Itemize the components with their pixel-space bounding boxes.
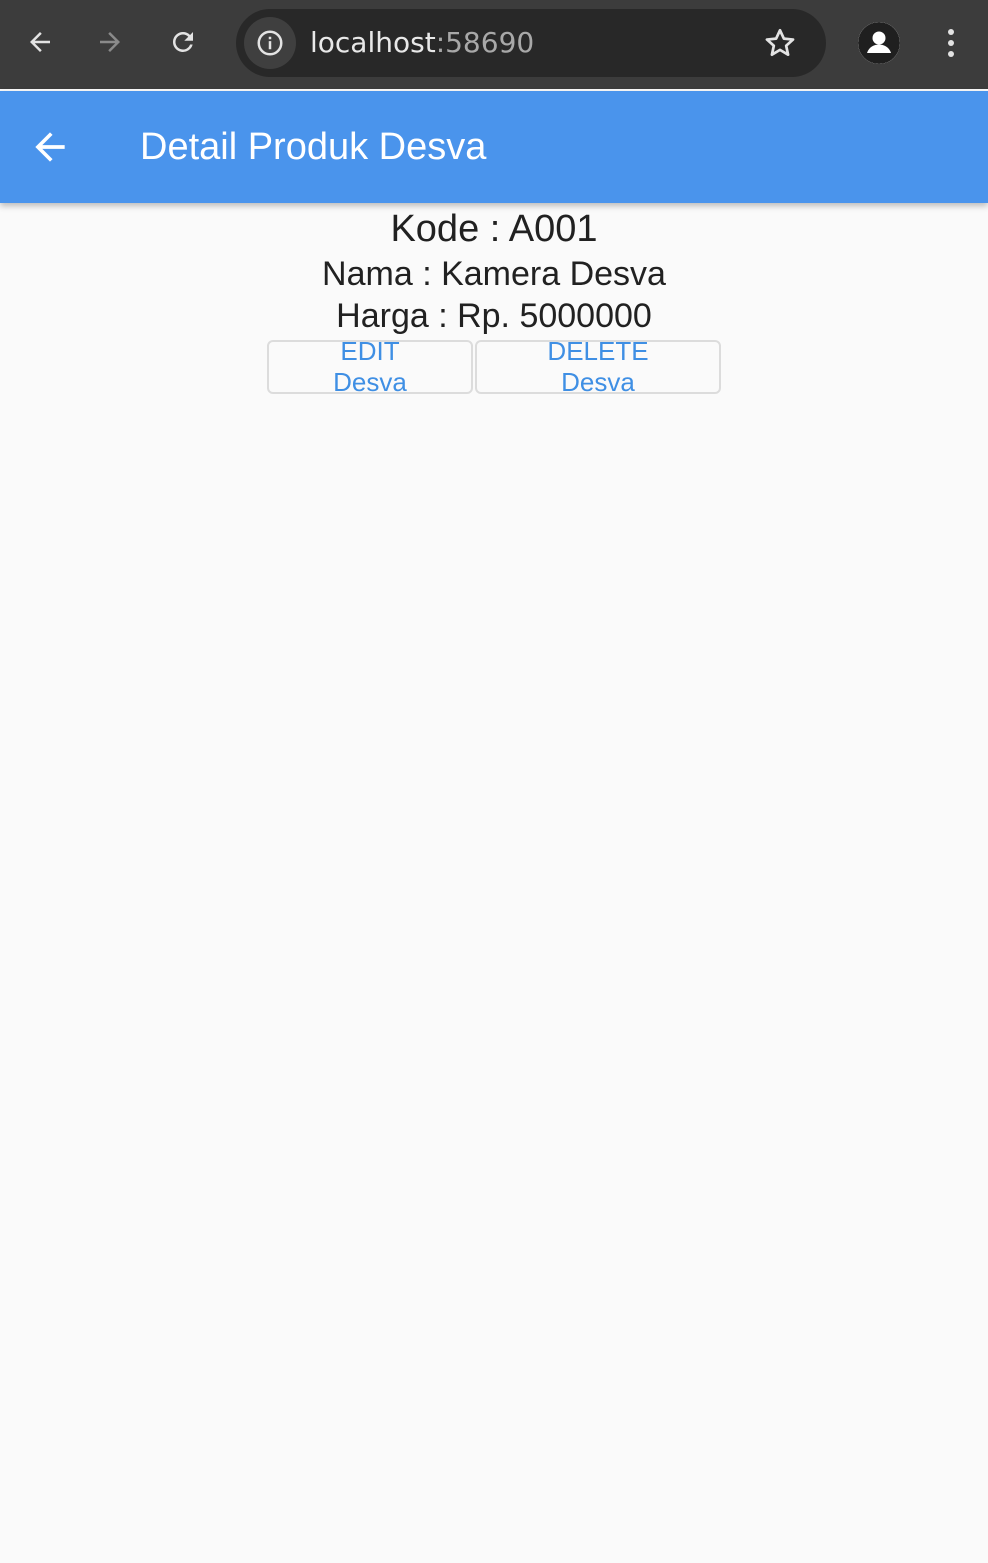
app-bar: Detail Produk Desva: [0, 91, 988, 203]
browser-toolbar: localhost:58690: [0, 0, 988, 89]
product-price: Harga : Rp. 5000000: [336, 297, 652, 335]
arrow-left-icon: [30, 32, 50, 52]
kebab-menu-icon[interactable]: [936, 24, 966, 64]
profile-icon: [858, 22, 900, 64]
edit-button[interactable]: EDIT Desva: [267, 336, 473, 397]
profile-button[interactable]: [858, 22, 900, 64]
url-port: :58690: [435, 26, 535, 59]
url-text[interactable]: localhost:58690: [310, 25, 534, 61]
page-title: Detail Produk Desva: [140, 126, 487, 168]
product-detail: Kode : A001 Nama : Kamera Desva Harga : …: [0, 203, 988, 397]
info-icon: [257, 30, 283, 56]
arrow-right-icon: [100, 32, 120, 52]
browser-forward-button[interactable]: [90, 22, 130, 62]
url-host: localhost: [310, 26, 436, 59]
address-bar[interactable]: localhost:58690: [236, 9, 826, 77]
product-code: Kode : A001: [390, 208, 598, 250]
reload-icon: [172, 31, 193, 52]
star-icon[interactable]: [762, 25, 798, 61]
site-info-button[interactable]: [244, 17, 296, 69]
browser-back-button[interactable]: [20, 22, 60, 62]
action-buttons: EDIT Desva DELETE Desva: [0, 336, 988, 397]
product-name: Nama : Kamera Desva: [322, 255, 666, 293]
browser-reload-button[interactable]: [163, 22, 203, 62]
arrow-left-icon[interactable]: [28, 125, 72, 169]
delete-button[interactable]: DELETE Desva: [475, 336, 721, 397]
